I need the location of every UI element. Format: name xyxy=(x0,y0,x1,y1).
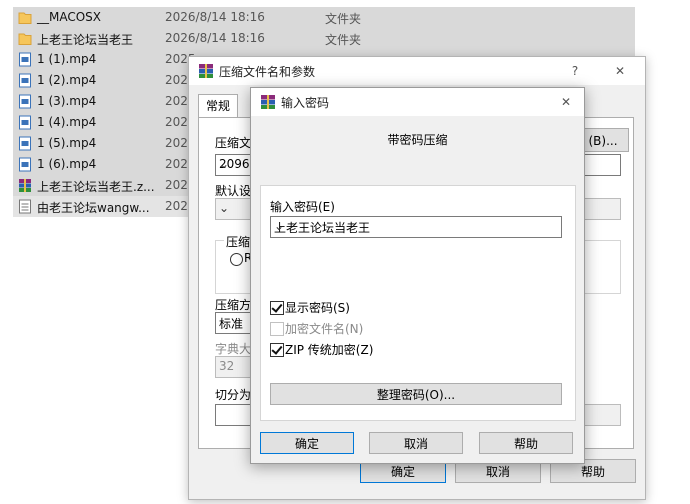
video-file-icon xyxy=(19,157,31,172)
file-name: 上老王论坛当老王 xyxy=(37,33,134,47)
file-name: 1 (5).mp4 xyxy=(37,136,97,150)
dict-size-label: 字典大 xyxy=(215,342,252,356)
file-name: 由老王论坛wangw... xyxy=(37,201,150,215)
format-label: 压缩 xyxy=(224,233,253,250)
zip-legacy-checkbox[interactable] xyxy=(270,343,284,357)
help-icon[interactable]: ? xyxy=(565,61,585,81)
password-help-button[interactable]: 帮助 xyxy=(479,432,573,454)
split-label: 切分为 xyxy=(215,388,252,402)
password-heading: 带密码压缩 xyxy=(387,133,448,147)
video-file-icon xyxy=(19,52,31,67)
dialog-titlebar[interactable]: 压缩文件名和参数 ? ✕ xyxy=(189,57,645,85)
file-row[interactable]: __MACOSX 2026/8/14 18:16 文件夹 xyxy=(13,7,635,28)
file-date: 2026/8/14 18:16 xyxy=(165,31,265,45)
zip-legacy-label: ZIP 传统加密(Z) xyxy=(285,343,374,357)
password-dialog: 输入密码 ✕ 带密码压缩 输入密码(E) 上老王论坛当老王 ⌄ 显示密码(S) … xyxy=(250,87,585,464)
file-name: __MACOSX xyxy=(37,10,102,24)
password-dialog-titlebar[interactable]: 输入密码 ✕ xyxy=(251,88,584,116)
tab-general[interactable]: 常规 xyxy=(198,94,239,117)
chevron-down-icon[interactable]: ⌄ xyxy=(274,219,557,233)
file-name: 1 (6).mp4 xyxy=(37,157,97,171)
video-file-icon xyxy=(19,94,31,109)
file-name: 1 (3).mp4 xyxy=(37,94,97,108)
default-profile-label: 默认设 xyxy=(215,184,252,198)
dialog-title: 压缩文件名和参数 xyxy=(219,65,316,79)
show-password-checkbox[interactable] xyxy=(270,301,284,315)
encrypt-filenames-label: 加密文件名(N) xyxy=(285,322,364,336)
file-row[interactable]: 上老王论坛当老王 2026/8/14 18:16 文件夹 xyxy=(13,28,635,49)
winrar-app-icon xyxy=(261,95,275,109)
file-type: 文件夹 xyxy=(325,12,362,26)
radio-button[interactable] xyxy=(230,253,243,266)
close-icon[interactable]: ✕ xyxy=(556,92,576,112)
password-dialog-title: 输入密码 xyxy=(281,96,330,110)
winrar-archive-icon xyxy=(19,179,31,192)
file-date: 2026/8/14 18:16 xyxy=(165,10,265,24)
video-file-icon xyxy=(19,73,31,88)
password-cancel-button[interactable]: 取消 xyxy=(369,432,463,454)
encrypt-filenames-checkbox xyxy=(270,322,284,336)
file-name: 1 (4).mp4 xyxy=(37,115,97,129)
method-label: 压缩方 xyxy=(215,298,252,312)
folder-icon xyxy=(18,12,32,24)
password-group: 输入密码(E) 上老王论坛当老王 ⌄ 显示密码(S) 加密文件名(N) ZIP … xyxy=(260,185,576,421)
dict-size-value: 32 xyxy=(219,359,235,373)
file-name: 上老王论坛当老王.z... xyxy=(37,180,155,194)
archive-name-label: 压缩文 xyxy=(215,136,252,150)
folder-icon xyxy=(18,33,32,45)
file-type: 文件夹 xyxy=(325,33,362,47)
winrar-app-icon xyxy=(199,64,213,78)
organize-passwords-button[interactable]: 整理密码(O)... xyxy=(270,383,562,405)
method-value: 标准 xyxy=(219,317,244,331)
password-label: 输入密码(E) xyxy=(270,200,335,214)
password-input[interactable]: 上老王论坛当老王 ⌄ xyxy=(270,216,562,238)
file-name: 1 (1).mp4 xyxy=(37,52,97,66)
video-file-icon xyxy=(19,115,31,130)
file-name: 1 (2).mp4 xyxy=(37,73,97,87)
text-file-icon xyxy=(19,199,31,214)
password-ok-button[interactable]: 确定 xyxy=(260,432,354,454)
close-icon[interactable]: ✕ xyxy=(610,61,630,81)
video-file-icon xyxy=(19,136,31,151)
show-password-label: 显示密码(S) xyxy=(285,301,350,315)
